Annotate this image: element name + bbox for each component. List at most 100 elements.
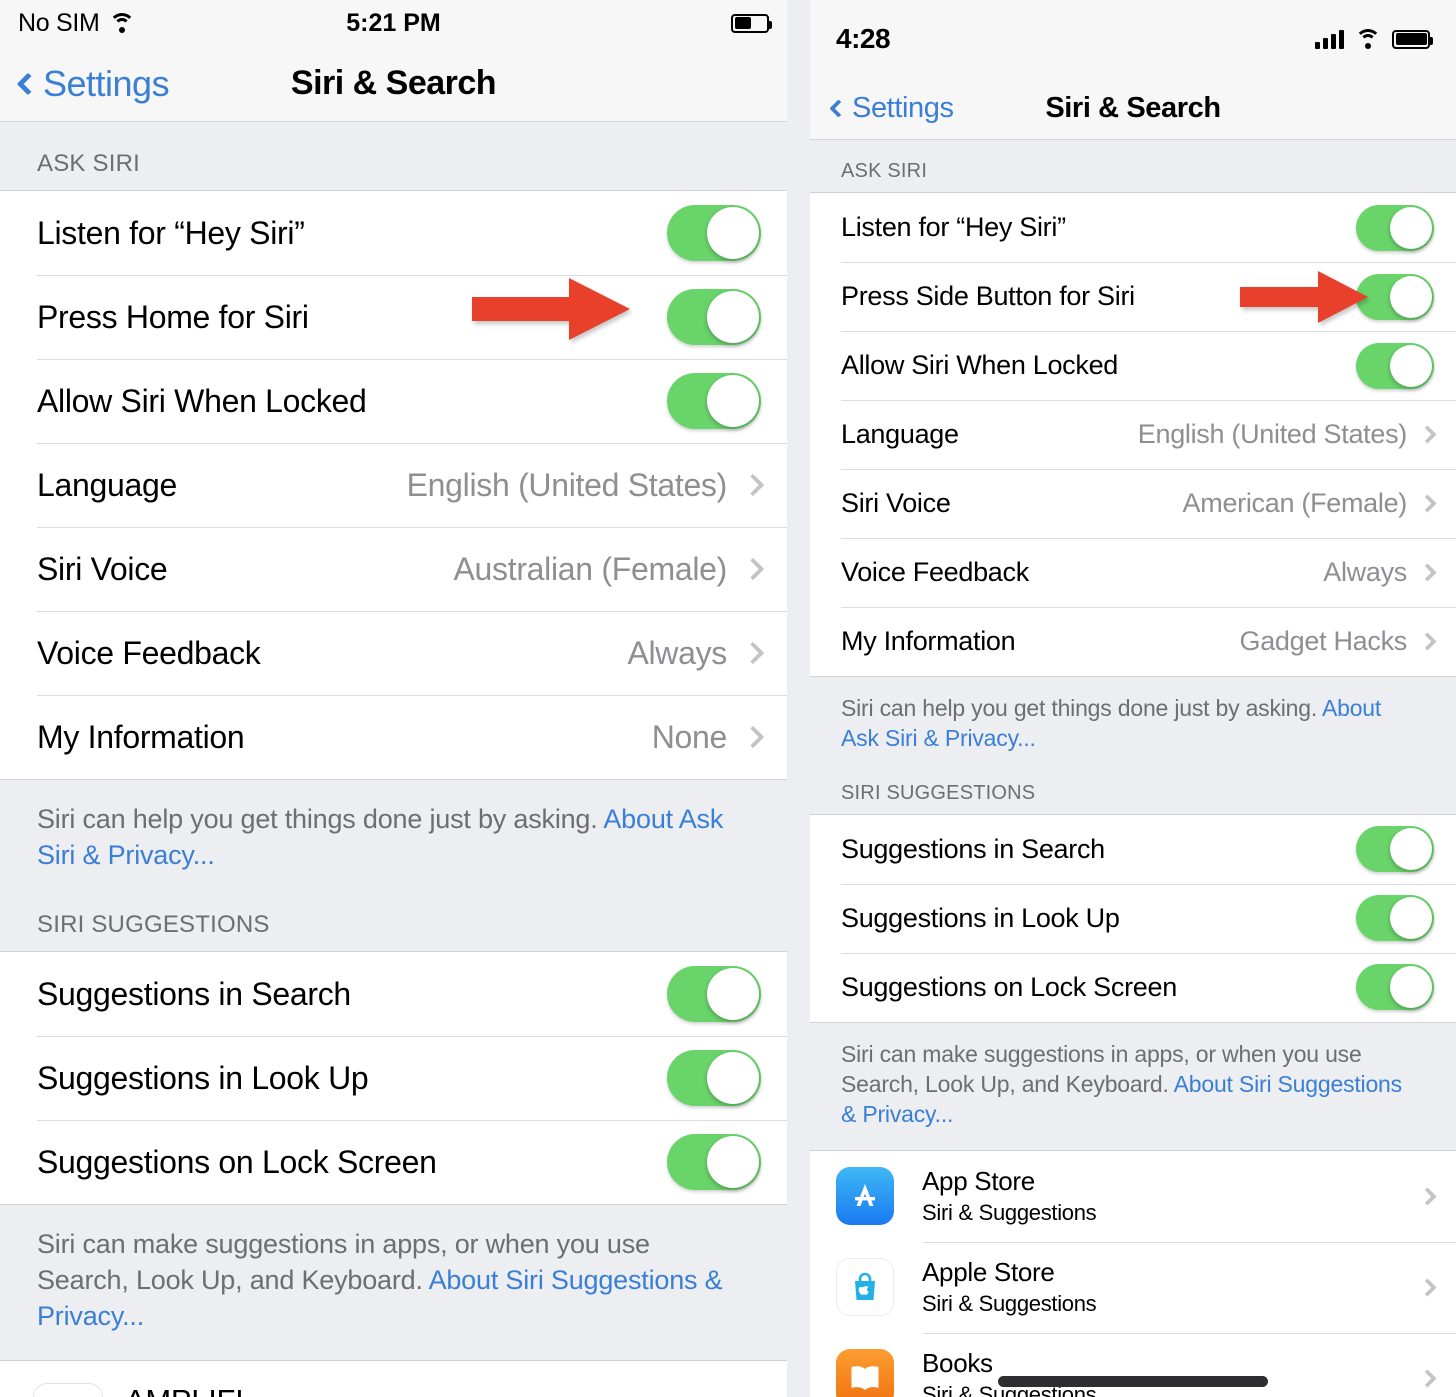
list-item[interactable]: Books Siri & Suggestions bbox=[810, 1332, 1456, 1397]
ask-siri-group: Listen for “Hey Siri” Press Side Button … bbox=[810, 192, 1456, 677]
divider bbox=[841, 262, 1456, 263]
toggle-knob bbox=[707, 291, 759, 343]
chevron-right-icon bbox=[1418, 1278, 1437, 1297]
app-name: AMPLIFI bbox=[125, 1383, 340, 1397]
row-voice-feedback[interactable]: Voice Feedback Always bbox=[0, 611, 787, 695]
row-suggestions-in-search[interactable]: Suggestions in Search bbox=[0, 952, 787, 1037]
row-suggestions-on-lock-screen[interactable]: Suggestions on Lock Screen bbox=[810, 952, 1456, 1022]
battery-icon bbox=[1392, 29, 1433, 49]
toggle-knob bbox=[707, 1136, 759, 1189]
app-subtitle: Siri & Suggestions bbox=[922, 1200, 1097, 1226]
cellular-signal-icon bbox=[1315, 29, 1344, 49]
row-suggestions-on-lock-screen[interactable]: Suggestions on Lock Screen bbox=[0, 1120, 787, 1205]
list-item[interactable]: Apple Store Siri & Suggestions bbox=[810, 1241, 1456, 1333]
row-suggestions-in-look-up[interactable]: Suggestions in Look Up bbox=[0, 1036, 787, 1121]
row-label: Allow Siri When Locked bbox=[37, 382, 367, 419]
row-siri-voice[interactable]: Siri Voice American (Female) bbox=[810, 469, 1456, 538]
divider bbox=[37, 527, 787, 528]
settings-list-left[interactable]: ASK SIRI Listen for “Hey Siri” Press Hom… bbox=[0, 122, 787, 1397]
apps-group: App Store Siri & Suggestions Apple Store… bbox=[810, 1149, 1456, 1397]
row-language[interactable]: Language English (United States) bbox=[0, 443, 787, 527]
row-label: Suggestions on Lock Screen bbox=[841, 971, 1177, 1002]
row-allow-siri-when-locked[interactable]: Allow Siri When Locked bbox=[0, 359, 787, 443]
row-listen-hey-siri[interactable]: Listen for “Hey Siri” bbox=[810, 193, 1456, 262]
status-left-group: No SIM bbox=[18, 9, 135, 38]
app-subtitle: Siri & Suggestions bbox=[922, 1291, 1097, 1317]
row-label: Suggestions in Look Up bbox=[37, 1059, 369, 1096]
row-my-information[interactable]: My Information None bbox=[0, 695, 787, 779]
toggle-knob bbox=[1390, 275, 1432, 318]
divider bbox=[923, 1241, 1456, 1243]
row-value: English (United States) bbox=[406, 466, 728, 503]
row-allow-siri-when-locked[interactable]: Allow Siri When Locked bbox=[810, 331, 1456, 400]
toggle-allow-siri-when-locked[interactable] bbox=[667, 373, 761, 429]
row-listen-hey-siri[interactable]: Listen for “Hey Siri” bbox=[0, 191, 787, 275]
row-suggestions-in-search[interactable]: Suggestions in Search bbox=[810, 814, 1456, 884]
divider bbox=[37, 1120, 787, 1122]
apps-group: AMPLIFI AMPLIFI Siri & Suggestions bbox=[0, 1360, 787, 1397]
chevron-right-icon bbox=[1418, 425, 1437, 444]
toggle-suggestions-in-look-up[interactable] bbox=[667, 1050, 761, 1107]
chevron-right-icon bbox=[1418, 1369, 1437, 1388]
toggle-knob bbox=[707, 207, 759, 259]
toggle-suggestions-in-search[interactable] bbox=[667, 966, 761, 1023]
list-item[interactable]: App Store Siri & Suggestions bbox=[810, 1150, 1456, 1242]
back-button[interactable]: Settings bbox=[829, 92, 954, 125]
row-siri-voice[interactable]: Siri Voice Australian (Female) bbox=[0, 527, 787, 611]
row-value: None bbox=[651, 718, 728, 755]
siri-suggestions-footer-note: Siri can make suggestions in apps, or wh… bbox=[810, 1022, 1456, 1150]
app-name: Apple Store bbox=[922, 1257, 1055, 1288]
row-label: Language bbox=[37, 466, 177, 503]
row-label: Press Side Button for Siri bbox=[841, 281, 1135, 311]
app-text-block: App Store Siri & Suggestions bbox=[922, 1166, 1097, 1226]
divider bbox=[841, 469, 1456, 470]
row-label: Allow Siri When Locked bbox=[841, 350, 1119, 380]
toggle-listen-hey-siri[interactable] bbox=[1356, 204, 1434, 251]
toggle-press-side-button-for-siri[interactable] bbox=[1356, 273, 1434, 320]
wifi-icon bbox=[1355, 29, 1381, 49]
divider bbox=[37, 359, 787, 360]
row-label: Voice Feedback bbox=[37, 634, 261, 671]
row-press-side-button-for-siri[interactable]: Press Side Button for Siri bbox=[810, 262, 1456, 331]
siri-suggestions-group: Suggestions in Search Suggestions in Loo… bbox=[0, 951, 787, 1206]
toggle-knob bbox=[707, 968, 759, 1021]
toggle-allow-siri-when-locked[interactable] bbox=[1356, 342, 1434, 389]
toggle-suggestions-on-lock-screen[interactable] bbox=[667, 1134, 761, 1191]
row-press-home-for-siri[interactable]: Press Home for Siri bbox=[0, 275, 787, 359]
row-value: Always bbox=[1323, 557, 1407, 587]
chevron-right-icon bbox=[741, 641, 765, 665]
back-button-label: Settings bbox=[852, 92, 954, 124]
note-text: Siri can help you get things done just b… bbox=[841, 695, 1322, 721]
row-label: Press Home for Siri bbox=[37, 298, 309, 335]
home-indicator bbox=[998, 1376, 1268, 1387]
toggle-suggestions-in-look-up[interactable] bbox=[1356, 895, 1434, 942]
apple-store-icon bbox=[836, 1258, 894, 1317]
siri-suggestions-group: Suggestions in Search Suggestions in Loo… bbox=[810, 813, 1456, 1023]
list-item[interactable]: AMPLIFI AMPLIFI Siri & Suggestions bbox=[0, 1361, 787, 1397]
chevron-right-icon bbox=[1418, 632, 1437, 651]
toggle-knob bbox=[707, 375, 759, 427]
settings-list-right[interactable]: ASK SIRI Listen for “Hey Siri” Press Sid… bbox=[810, 140, 1456, 1397]
row-label: Suggestions on Lock Screen bbox=[37, 1143, 437, 1180]
row-label: Suggestions in Search bbox=[37, 975, 351, 1012]
row-my-information[interactable]: My Information Gadget Hacks bbox=[810, 607, 1456, 676]
row-suggestions-in-look-up[interactable]: Suggestions in Look Up bbox=[810, 883, 1456, 953]
carrier-label: No SIM bbox=[18, 8, 100, 37]
section-header-ask-siri: ASK SIRI bbox=[37, 150, 140, 177]
amplifi-app-icon: AMPLIFI bbox=[33, 1383, 103, 1397]
toggle-knob bbox=[1390, 897, 1432, 940]
toggle-listen-hey-siri[interactable] bbox=[667, 205, 761, 261]
row-label: My Information bbox=[37, 718, 245, 755]
row-value: Gadget Hacks bbox=[1239, 626, 1408, 656]
ask-siri-group: Listen for “Hey Siri” Press Home for Sir… bbox=[0, 190, 787, 780]
back-button[interactable]: Settings bbox=[16, 63, 170, 105]
status-right-group bbox=[1315, 29, 1433, 49]
ask-siri-footer-note: Siri can help you get things done just b… bbox=[0, 780, 787, 884]
app-name: Books bbox=[922, 1348, 993, 1379]
row-language[interactable]: Language English (United States) bbox=[810, 400, 1456, 469]
note-text: Siri can help you get things done just b… bbox=[37, 804, 604, 834]
toggle-press-home-for-siri[interactable] bbox=[667, 289, 761, 345]
toggle-suggestions-on-lock-screen[interactable] bbox=[1356, 964, 1434, 1011]
row-voice-feedback[interactable]: Voice Feedback Always bbox=[810, 538, 1456, 607]
toggle-suggestions-in-search[interactable] bbox=[1356, 826, 1434, 873]
